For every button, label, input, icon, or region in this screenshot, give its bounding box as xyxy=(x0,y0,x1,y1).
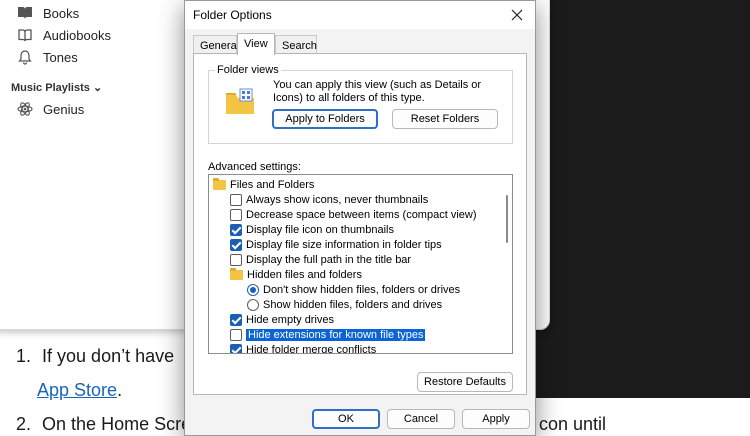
tree-option-always-show-icons[interactable]: Always show icons, never thumbnails xyxy=(230,193,428,207)
ok-button[interactable]: OK xyxy=(312,409,380,429)
apply-to-folders-button[interactable]: Apply to Folders xyxy=(272,109,378,129)
background-dark-window xyxy=(532,0,750,398)
cancel-button[interactable]: Cancel xyxy=(387,409,455,429)
library-item-audiobooks[interactable]: Audiobooks xyxy=(17,27,111,43)
tree-option-show-hidden[interactable]: Show hidden files, folders and drives xyxy=(247,298,442,312)
article-step-1-link-line: App Store. xyxy=(37,380,123,400)
tree-option-display-full-path[interactable]: Display the full path in the title bar xyxy=(230,253,411,267)
tab-view[interactable]: View xyxy=(237,33,275,55)
scroll-thumb[interactable] xyxy=(506,195,508,243)
folder-view-icon xyxy=(225,87,255,117)
folder-views-legend: Folder views xyxy=(215,64,281,76)
folder-views-description: You can apply this view (such as Details… xyxy=(273,79,482,104)
library-item-tones[interactable]: Tones xyxy=(17,49,78,65)
folder-views-group: Folder views You can apply this view (su… xyxy=(208,64,513,144)
checkbox[interactable] xyxy=(230,209,242,221)
section-header-playlists[interactable]: Music Playlists ⌄ xyxy=(11,81,102,94)
folder-icon xyxy=(213,178,226,190)
checkbox-checked[interactable] xyxy=(230,314,242,326)
bell-icon xyxy=(17,49,33,65)
playlist-item-label: Genius xyxy=(43,101,85,117)
tree-option-hide-extensions[interactable]: Hide extensions for known file types xyxy=(230,328,426,342)
tree-folder-hidden-files: Hidden files and folders xyxy=(230,268,362,282)
article-step-2: 2. On the Home Scre xyxy=(16,414,192,434)
tree-folder-files-and-folders: Files and Folders xyxy=(213,178,314,192)
tree-option-hide-empty-drives[interactable]: Hide empty drives xyxy=(230,313,334,327)
apply-button[interactable]: Apply xyxy=(462,409,530,429)
tree-option-decrease-space[interactable]: Decrease space between items (compact vi… xyxy=(230,208,476,222)
folder-icon xyxy=(230,268,243,280)
atom-icon xyxy=(17,101,33,117)
advanced-settings-label: Advanced settings: xyxy=(208,161,301,173)
radio-selected[interactable] xyxy=(247,284,259,296)
article-step-2-tail: con until xyxy=(539,414,607,434)
close-icon[interactable] xyxy=(507,5,527,25)
restore-defaults-button[interactable]: Restore Defaults xyxy=(417,372,513,392)
playlist-item-genius[interactable]: Genius xyxy=(17,101,84,117)
tree-option-display-file-icon[interactable]: Display file icon on thumbnails xyxy=(230,223,394,237)
advanced-settings-tree[interactable]: Files and Folders Always show icons, nev… xyxy=(208,174,513,354)
dialog-titlebar[interactable]: Folder Options xyxy=(185,1,535,29)
chevron-down-icon: ⌄ xyxy=(92,82,103,94)
library-item-label: Books xyxy=(43,5,80,21)
library-item-label: Audiobooks xyxy=(43,27,111,43)
checkbox[interactable] xyxy=(230,194,242,206)
book-icon xyxy=(17,5,33,21)
dialog-footer: OK Cancel Apply xyxy=(185,401,535,436)
checkbox[interactable] xyxy=(230,254,242,266)
tree-option-display-file-size[interactable]: Display file size information in folder … xyxy=(230,238,442,252)
audiobook-icon xyxy=(17,27,33,43)
tree-option-dont-show-hidden[interactable]: Don't show hidden files, folders or driv… xyxy=(247,283,460,297)
checkbox[interactable] xyxy=(230,329,242,341)
article-step-1: 1. If you don’t have xyxy=(16,346,175,366)
reset-folders-button[interactable]: Reset Folders xyxy=(392,109,498,129)
app-store-link[interactable]: App Store xyxy=(37,380,117,400)
view-tab-page: Folder views You can apply this view (su… xyxy=(193,53,527,395)
dialog-title: Folder Options xyxy=(193,8,272,22)
radio[interactable] xyxy=(247,299,259,311)
checkbox-checked[interactable] xyxy=(230,239,242,251)
library-item-label: Tones xyxy=(43,49,78,65)
tab-search[interactable]: Search xyxy=(275,35,317,55)
folder-options-dialog: Folder Options General View Search Folde… xyxy=(184,0,536,436)
checkbox-checked[interactable] xyxy=(230,344,242,353)
tree-scrollbar[interactable] xyxy=(503,177,511,351)
library-item-books[interactable]: Books xyxy=(17,5,79,21)
tree-option-hide-folder-merge[interactable]: Hide folder merge conflicts xyxy=(230,343,376,353)
tab-general[interactable]: General xyxy=(193,35,239,55)
checkbox-checked[interactable] xyxy=(230,224,242,236)
